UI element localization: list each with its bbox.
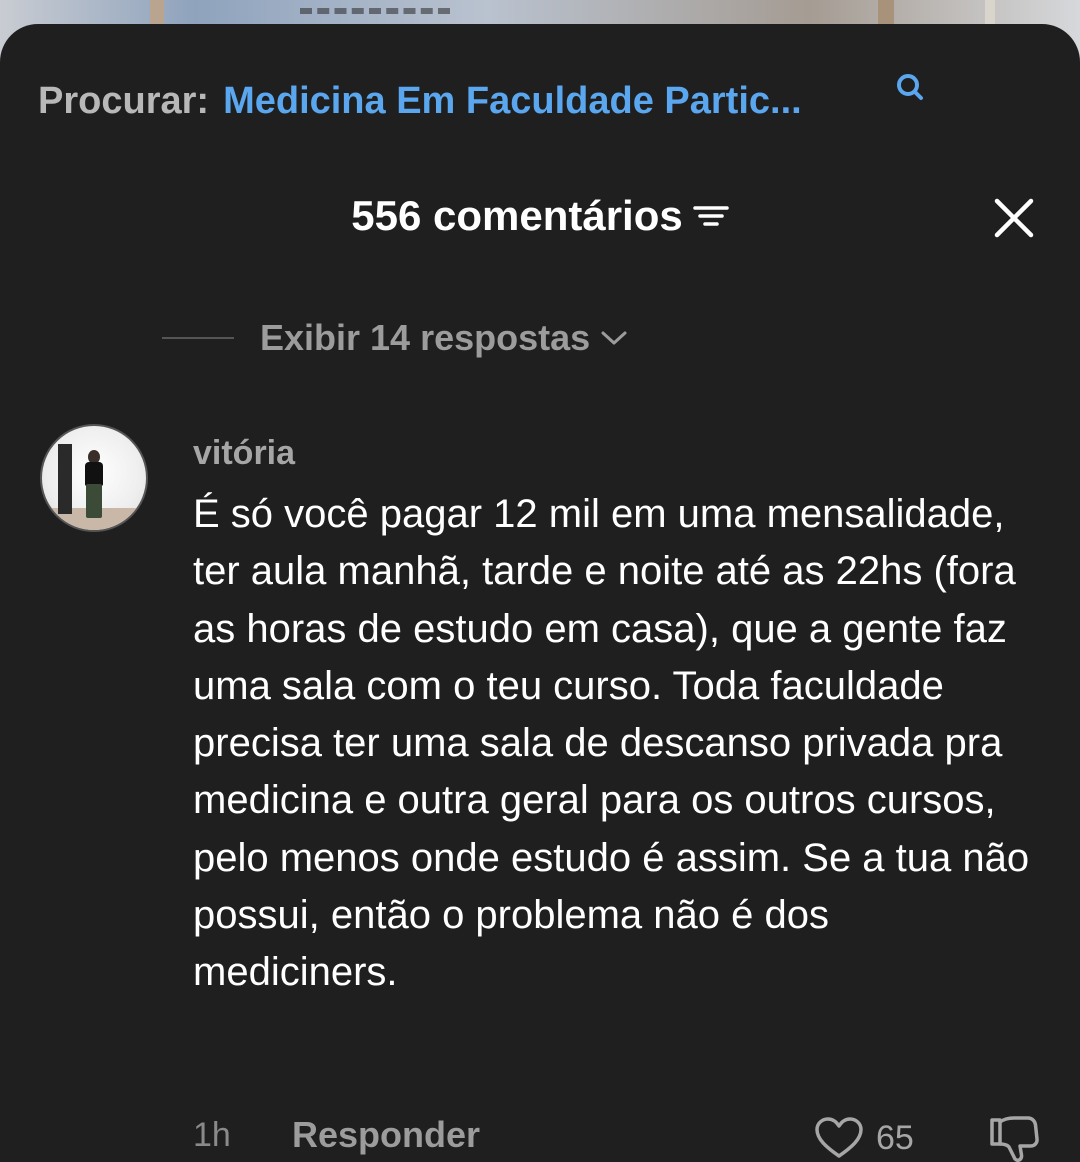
replies-divider <box>162 337 234 339</box>
view-replies-label: Exibir 14 respostas <box>260 317 591 358</box>
search-query-link[interactable]: Medicina Em Faculdade Partic... <box>223 80 802 123</box>
view-replies-button[interactable]: Exibir 14 respostas <box>162 316 628 360</box>
avatar-door <box>58 444 72 514</box>
search-suggestion[interactable]: Procurar: Medicina Em Faculdade Partic..… <box>38 76 802 126</box>
comments-sheet: Procurar: Medicina Em Faculdade Partic..… <box>0 24 1080 1162</box>
reply-button[interactable]: Responder <box>292 1114 480 1156</box>
thumbs-down-icon[interactable] <box>986 1114 1042 1162</box>
comment-text: É só você pagar 12 mil em uma mensalidad… <box>193 492 1030 995</box>
search-icon[interactable] <box>894 72 926 104</box>
comments-count-title: 556 comentários <box>351 192 683 239</box>
like-button[interactable]: 65 <box>814 1114 914 1162</box>
chevron-down-icon <box>601 331 627 345</box>
heart-icon <box>815 1117 863 1158</box>
comment-timestamp: 1h <box>193 1116 231 1154</box>
comments-header: 556 comentários <box>0 192 1080 240</box>
filter-icon[interactable] <box>693 201 729 231</box>
avatar-person-body <box>85 462 103 486</box>
comment-actions: 1h Responder 65 <box>0 1114 1080 1162</box>
search-prefix: Procurar: <box>38 79 210 122</box>
avatar-person-legs <box>86 484 102 518</box>
like-count: 65 <box>876 1118 914 1157</box>
close-icon[interactable] <box>992 196 1036 240</box>
avatar[interactable] <box>40 424 148 532</box>
comment-author[interactable]: vitória <box>193 434 295 473</box>
